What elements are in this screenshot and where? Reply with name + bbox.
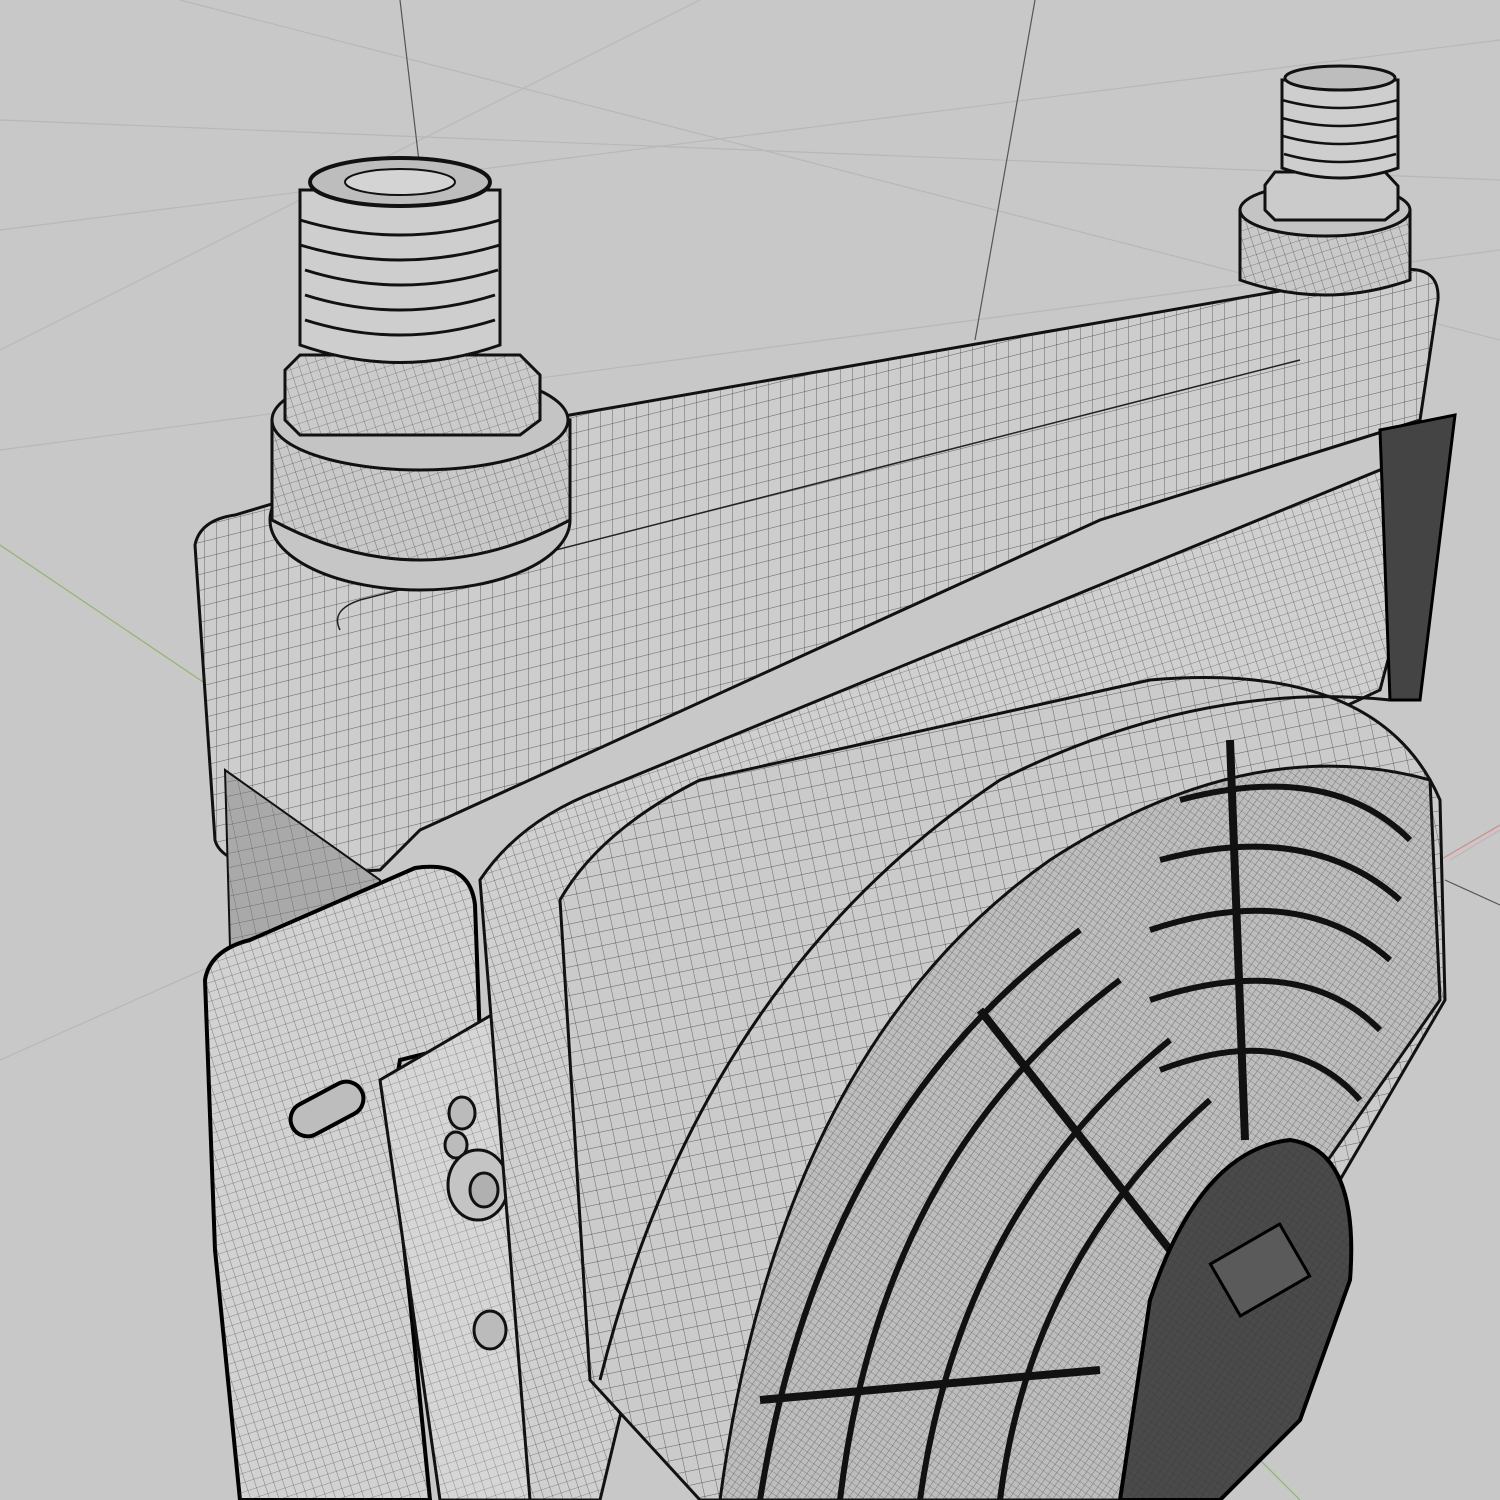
bolt-hole-icon (447, 1095, 477, 1131)
wireframe-render (0, 0, 1500, 1500)
right-fitting (1238, 64, 1412, 297)
left-fitting (268, 156, 572, 592)
3d-viewport[interactable] (0, 0, 1500, 1500)
